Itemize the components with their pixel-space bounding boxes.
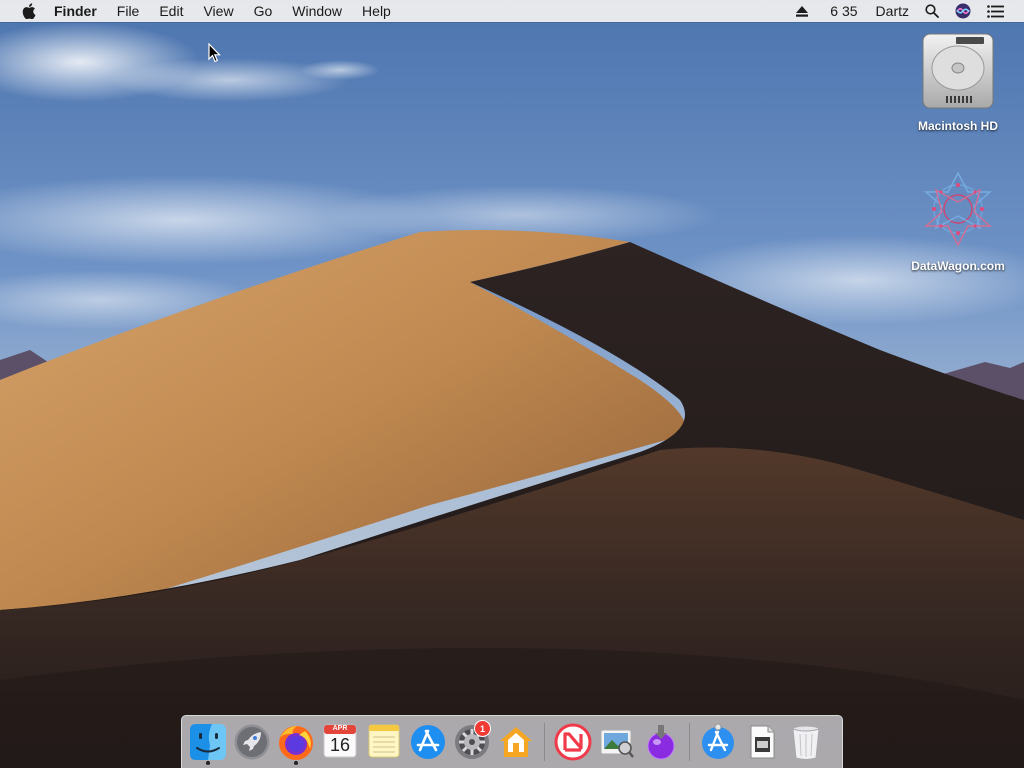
- siri-icon[interactable]: [947, 0, 979, 22]
- dock-document[interactable]: [742, 719, 782, 765]
- running-indicator: [294, 761, 298, 765]
- installer-package-icon: [642, 723, 680, 766]
- menu-app-finder[interactable]: Finder: [54, 0, 107, 22]
- trash-icon: [787, 723, 825, 766]
- dock-firefox[interactable]: [276, 719, 316, 765]
- user-name[interactable]: Dartz: [866, 0, 917, 22]
- desktop-icon-datawagon[interactable]: DataWagon.com: [898, 168, 1018, 273]
- finder-icon: [189, 723, 227, 766]
- dock-notes[interactable]: [364, 719, 404, 765]
- clock-time[interactable]: 6 35: [816, 0, 865, 22]
- desktop-icon-macintosh-hd[interactable]: Macintosh HD: [898, 30, 1018, 133]
- menu-file[interactable]: File: [107, 0, 150, 22]
- notification-center-icon[interactable]: [979, 0, 1012, 22]
- spotlight-search-icon[interactable]: [917, 0, 947, 22]
- mouse-cursor-icon: [208, 43, 221, 63]
- home-house-icon: [497, 723, 535, 766]
- desktop-icon-label: DataWagon.com: [911, 259, 1005, 273]
- preview-photos-icon: [598, 723, 636, 766]
- dock-calendar[interactable]: APR 16: [320, 719, 360, 765]
- app-store-download-icon: [699, 723, 737, 766]
- dock-separator: [689, 723, 690, 761]
- menu-window[interactable]: Window: [282, 0, 352, 22]
- dock-preview[interactable]: [597, 719, 637, 765]
- dock-news[interactable]: [553, 719, 593, 765]
- dock-trash[interactable]: [786, 719, 826, 765]
- firefox-icon: [277, 723, 315, 766]
- wallpaper: [0, 0, 1024, 768]
- menu-help[interactable]: Help: [352, 0, 401, 22]
- menu-view[interactable]: View: [193, 0, 243, 22]
- dock-home[interactable]: [496, 719, 536, 765]
- dock-downloads-app-store[interactable]: [698, 719, 738, 765]
- desktop-icon-label: Macintosh HD: [917, 119, 998, 133]
- eject-icon[interactable]: [788, 0, 816, 22]
- dock-app-store[interactable]: [408, 719, 448, 765]
- news-icon: [554, 723, 592, 766]
- menu-bar: Finder File Edit View Go Window Help 6 3…: [0, 0, 1024, 22]
- desktop[interactable]: Finder File Edit View Go Window Help 6 3…: [0, 0, 1024, 768]
- notification-badge: 1: [474, 720, 491, 737]
- launchpad-rocket-icon: [233, 723, 271, 766]
- dock-system-preferences[interactable]: 1: [452, 719, 492, 765]
- app-store-icon: [409, 723, 447, 766]
- running-indicator: [206, 761, 210, 765]
- menu-go[interactable]: Go: [244, 0, 283, 22]
- hard-drive-icon: [920, 30, 996, 115]
- notes-icon: [366, 723, 402, 764]
- dock-separator: [544, 723, 545, 761]
- dock: APR 16 1: [181, 715, 843, 768]
- calendar-day: 16: [329, 735, 351, 755]
- dock-installer[interactable]: [641, 719, 681, 765]
- calendar-month: APR: [332, 725, 348, 732]
- apple-menu-icon[interactable]: [20, 0, 38, 22]
- mandala-disk-icon: [916, 168, 1000, 255]
- menu-edit[interactable]: Edit: [149, 0, 193, 22]
- document-file-icon: [743, 723, 781, 766]
- dock-finder[interactable]: [188, 719, 228, 765]
- dock-launchpad[interactable]: [232, 719, 272, 765]
- calendar-icon: APR 16: [322, 723, 358, 759]
